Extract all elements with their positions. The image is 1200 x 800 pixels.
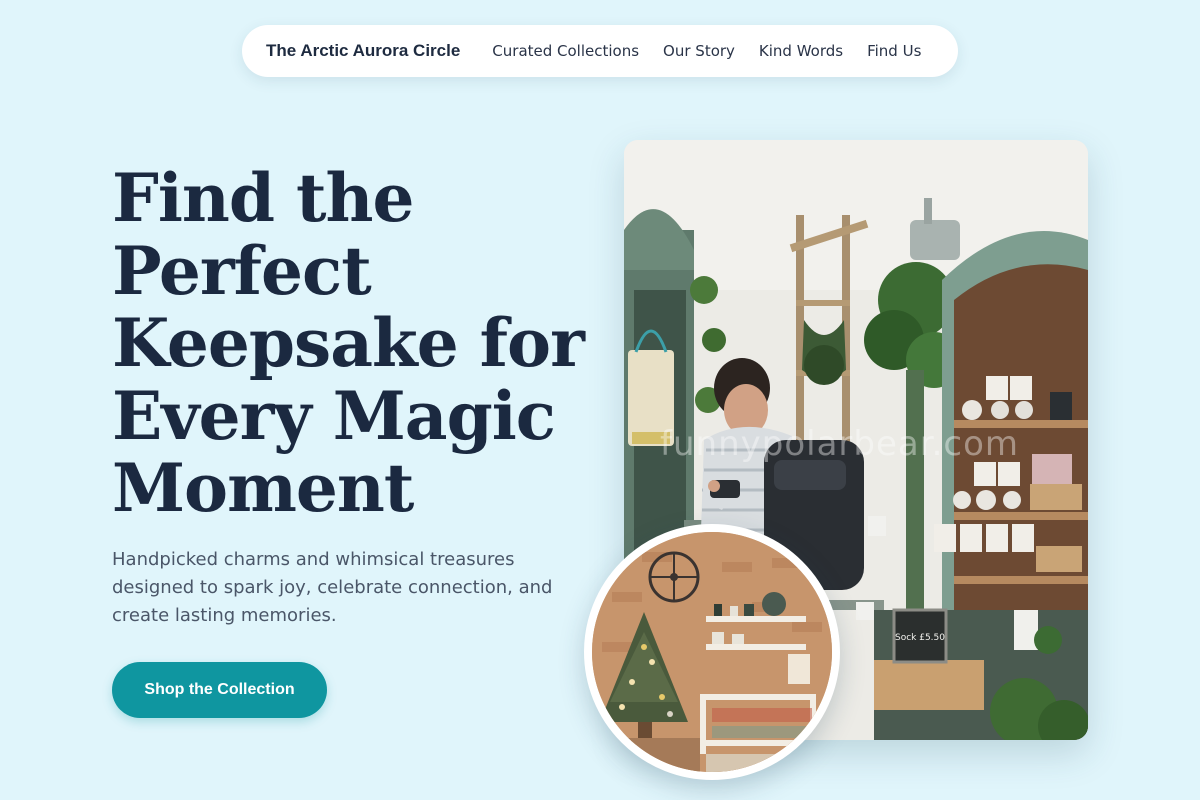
hero-title-line: Moment	[112, 449, 414, 527]
hero-title-line: Every Magic	[112, 376, 556, 455]
hero-title-line: Keepsake for	[112, 304, 585, 382]
top-nav: The Arctic Aurora Circle Curated Collect…	[242, 25, 958, 77]
shop-collection-button[interactable]: Shop the Collection	[112, 662, 327, 718]
nav-link-find-us[interactable]: Find Us	[867, 42, 921, 60]
hero-title-line: Find the	[112, 159, 415, 237]
nav-link-curated-collections[interactable]: Curated Collections	[492, 42, 639, 60]
nav-links: Curated Collections Our Story Kind Words…	[492, 42, 921, 60]
image-watermark: funnypolarbear.com	[660, 424, 1019, 464]
holiday-shop-photo	[584, 524, 840, 780]
hero-subtitle: Handpicked charms and whimsical treasure…	[112, 549, 553, 626]
nav-link-kind-words[interactable]: Kind Words	[759, 42, 843, 60]
holiday-shop-illustration	[592, 532, 832, 772]
brand-logo-text[interactable]: The Arctic Aurora Circle	[266, 41, 460, 61]
nav-link-our-story[interactable]: Our Story	[663, 42, 735, 60]
hero-title-line: Perfect	[112, 231, 372, 310]
hero-title: Find the Perfect Keepsake for Every Magi…	[112, 162, 592, 525]
sock-price-sign: Sock £5.50	[895, 633, 945, 643]
